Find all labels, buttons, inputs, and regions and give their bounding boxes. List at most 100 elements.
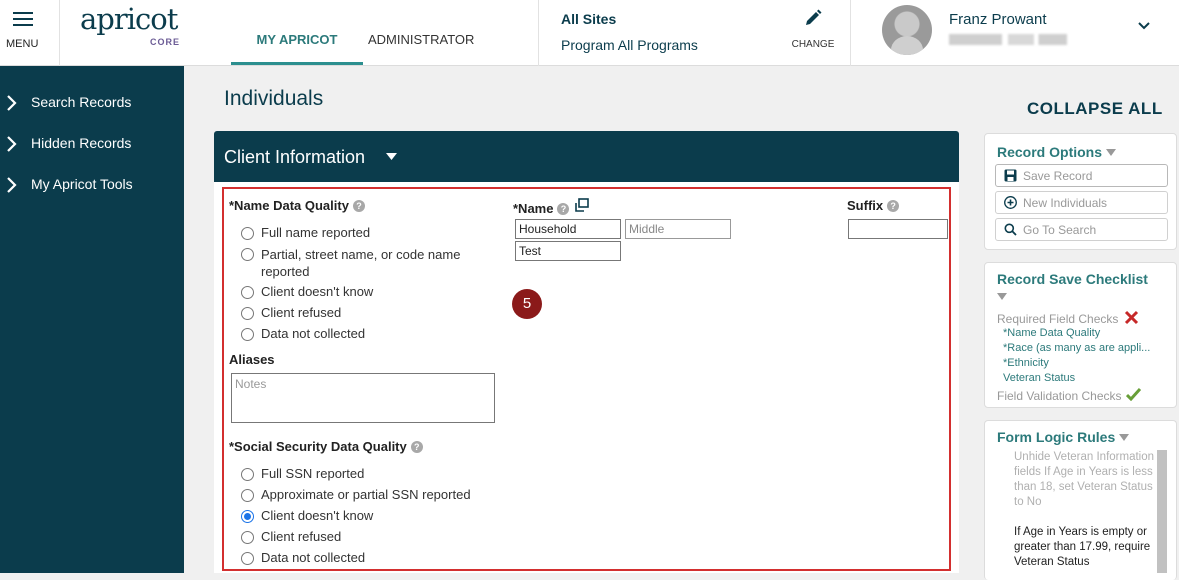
scroll-thumb[interactable] <box>1157 450 1167 573</box>
record-options-title[interactable]: Record Options <box>997 144 1117 160</box>
section-header-client-information[interactable]: Client Information <box>214 131 959 182</box>
sidebar-item-label: Search Records <box>31 94 132 110</box>
checklist-item[interactable]: Veteran Status <box>1003 372 1075 384</box>
page-title: Individuals <box>224 87 324 110</box>
checklist-title[interactable]: Record Save Checklist <box>997 271 1148 287</box>
radio-button[interactable] <box>241 531 254 544</box>
suffix-input[interactable] <box>848 219 948 239</box>
go-to-search-label: Go To Search <box>1023 223 1097 237</box>
checklist-item[interactable]: *Race (as many as are appli... <box>1003 342 1150 354</box>
name-data-quality-label: *Name Data Quality? <box>229 198 365 213</box>
tab-administrator[interactable]: ADMINISTRATOR <box>368 32 474 65</box>
caret-down-icon <box>386 153 397 160</box>
radio-button[interactable] <box>241 328 254 341</box>
sidebar-item-hidden-records[interactable]: Hidden Records <box>0 129 184 159</box>
form-logic-rules-card: Form Logic Rules Unhide Veteran Informat… <box>984 420 1177 580</box>
radio-button[interactable] <box>241 248 254 261</box>
change-button[interactable]: CHANGE <box>788 8 838 50</box>
sidebar-item-search-records[interactable]: Search Records <box>0 88 184 118</box>
radio-button[interactable] <box>241 286 254 299</box>
program-label: Program All Programs <box>561 37 698 53</box>
popout-icon[interactable] <box>575 198 589 212</box>
help-icon[interactable]: ? <box>557 203 570 215</box>
sidebar-item-my-apricot-tools[interactable]: My Apricot Tools <box>0 170 184 200</box>
radio-label: Approximate or partial SSN reported <box>261 487 471 502</box>
menu-button[interactable]: MENU <box>0 0 60 66</box>
radio-button-checked[interactable] <box>241 510 254 523</box>
rule-active: If Age in Years is empty or greater than… <box>1014 526 1151 568</box>
radio-button[interactable] <box>241 552 254 565</box>
chevron-right-icon <box>7 136 17 152</box>
radio-label: Client refused <box>261 529 342 544</box>
save-record-button[interactable]: Save Record <box>995 164 1168 187</box>
last-name-input[interactable]: Test <box>515 241 621 261</box>
radio-label: Client doesn't know <box>261 284 374 299</box>
step-badge: 5 <box>512 289 542 319</box>
record-options-title-text: Record Options <box>997 144 1103 160</box>
change-label: CHANGE <box>791 39 835 50</box>
new-individuals-button[interactable]: New Individuals <box>995 191 1168 214</box>
chevron-right-icon <box>7 95 17 111</box>
first-name-input[interactable]: Household <box>515 219 621 239</box>
caret-down-icon <box>1119 434 1130 441</box>
middle-name-input[interactable]: Middle <box>625 219 731 239</box>
sidebar: Search Records Hidden Records My Apricot… <box>0 66 184 573</box>
sites-title: All Sites <box>561 11 617 27</box>
radio-button[interactable] <box>241 489 254 502</box>
top-header: MENU apricot CORE MY APRICOT ADMINISTRAT… <box>0 0 1179 66</box>
help-icon[interactable]: ? <box>410 441 423 453</box>
help-icon[interactable]: ? <box>887 200 900 212</box>
section-title: Client Information <box>224 147 366 167</box>
x-mark-icon <box>1124 310 1138 325</box>
radio-label: Client refused <box>261 305 342 320</box>
new-individuals-label: New Individuals <box>1023 196 1108 210</box>
go-to-search-button[interactable]: Go To Search <box>995 218 1168 241</box>
site-selector: All Sites Program All Programs CHANGE <box>538 0 851 66</box>
radio-label: Full SSN reported <box>261 466 365 481</box>
hamburger-icon <box>13 12 33 30</box>
sidebar-item-label: My Apricot Tools <box>31 176 133 192</box>
ssn-data-quality-text: *Social Security Data Quality <box>229 439 407 454</box>
field-validation-checks: Field Validation Checks <box>997 387 1141 403</box>
radio-label: Data not collected <box>261 326 366 341</box>
checklist-item[interactable]: *Ethnicity <box>1003 357 1049 369</box>
suffix-label: Suffix? <box>847 198 900 213</box>
suffix-label-text: Suffix <box>847 198 884 213</box>
radio-button[interactable] <box>241 307 254 320</box>
caret-down-icon <box>997 293 1007 300</box>
ssn-data-quality-label: *Social Security Data Quality? <box>229 439 423 454</box>
pencil-icon <box>806 9 822 25</box>
radio-label: Partial, street name, or code name repor… <box>261 247 461 279</box>
form-logic-title[interactable]: Form Logic Rules <box>997 429 1130 445</box>
radio-button[interactable] <box>241 468 254 481</box>
radio-label: Full name reported <box>261 225 371 240</box>
apricot-logo[interactable]: apricot CORE <box>80 2 179 48</box>
required-field-checks-label: Required Field Checks <box>997 312 1119 326</box>
search-icon <box>1004 223 1017 236</box>
rules-scrollbar[interactable] <box>1157 450 1167 573</box>
logo-subtitle: CORE <box>150 37 181 47</box>
user-name: Franz Prowant <box>949 11 1047 28</box>
form-logic-title-text: Form Logic Rules <box>997 429 1116 445</box>
tab-my-apricot[interactable]: MY APRICOT <box>231 32 363 65</box>
aliases-label: Aliases <box>229 352 275 367</box>
logo-text: apricot <box>80 2 178 36</box>
help-icon[interactable]: ? <box>352 200 365 212</box>
chevron-right-icon <box>7 177 17 193</box>
save-icon <box>1004 169 1017 182</box>
required-field-checks: Required Field Checks <box>997 310 1139 326</box>
radio-label: Client doesn't know <box>261 508 374 523</box>
name-label: *Name? <box>513 198 589 216</box>
check-mark-icon <box>1125 387 1141 402</box>
radio-button[interactable] <box>241 227 254 240</box>
collapse-all-button[interactable]: COLLAPSE ALL <box>1027 99 1163 119</box>
checklist-item[interactable]: *Name Data Quality <box>1003 327 1100 339</box>
radio-label: Data not collected <box>261 550 366 565</box>
menu-label: MENU <box>6 38 39 50</box>
record-options-card: Record Options Save Record New Individua… <box>984 133 1177 250</box>
chevron-down-icon[interactable] <box>1137 19 1151 33</box>
save-record-label: Save Record <box>1023 169 1093 183</box>
record-save-checklist-card: Record Save Checklist Required Field Che… <box>984 262 1177 408</box>
aliases-textarea[interactable]: Notes <box>231 373 495 423</box>
name-label-text: *Name <box>513 201 554 216</box>
